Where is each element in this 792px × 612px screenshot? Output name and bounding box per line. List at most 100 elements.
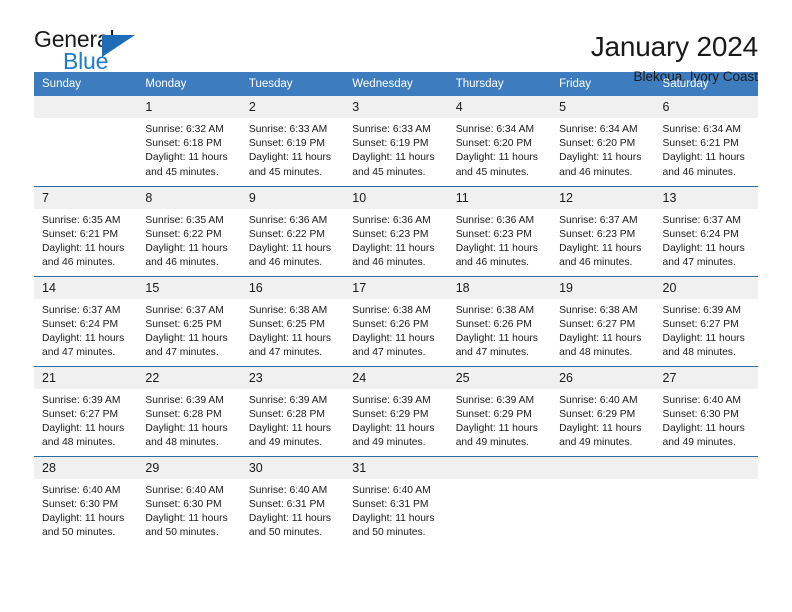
calendar-day-cell[interactable]: 5 Sunrise: 6:34 AM Sunset: 6:20 PM Daylig… xyxy=(551,96,655,186)
day-sun-details: Sunrise: 6:38 AM Sunset: 6:26 PM Dayligh… xyxy=(352,304,435,359)
day-sun-details: Sunrise: 6:36 AM Sunset: 6:22 PM Dayligh… xyxy=(248,214,332,269)
day-sun-details: Sunrise: 6:33 AM Sunset: 6:19 PM Dayligh… xyxy=(248,124,332,178)
day-sun-details: Sunrise: 6:40 AM Sunset: 6:31 PM Dayligh… xyxy=(352,484,435,539)
day-sun-details: Sunrise: 6:40 AM Sunset: 6:30 PM Dayligh… xyxy=(42,484,125,539)
calendar-day-cell[interactable]: 13 Sunrise: 6:37 AM Sunset: 6:24 PM Dayli… xyxy=(654,185,758,276)
day-number xyxy=(34,96,138,118)
calendar-day-cell[interactable]: 18 Sunrise: 6:38 AM Sunset: 6:26 PM Dayli… xyxy=(447,275,552,366)
day-number: 28 xyxy=(34,456,138,479)
calendar-day-cell[interactable]: 26 Sunrise: 6:40 AM Sunset: 6:29 PM Dayli… xyxy=(551,365,655,456)
day-sun-details: Sunrise: 6:35 AM Sunset: 6:21 PM Dayligh… xyxy=(42,214,125,269)
day-number xyxy=(447,456,552,479)
general-blue-logo[interactable]: General Blue xyxy=(34,28,152,76)
calendar-day-cell[interactable]: 23 Sunrise: 6:39 AM Sunset: 6:28 PM Dayli… xyxy=(240,365,345,456)
day-number: 5 xyxy=(551,96,655,118)
calendar-day-cell[interactable]: 27 Sunrise: 6:40 AM Sunset: 6:30 PM Dayli… xyxy=(654,365,758,456)
day-number: 3 xyxy=(344,96,448,118)
day-sun-details: Sunrise: 6:40 AM Sunset: 6:29 PM Dayligh… xyxy=(559,394,642,449)
calendar-week-row: 7 Sunrise: 6:35 AM Sunset: 6:21 PM Daylig… xyxy=(34,185,758,276)
day-cell-inner: 18 Sunrise: 6:38 AM Sunset: 6:26 PM Dayli… xyxy=(447,276,552,366)
day-cell-inner: 22 Sunrise: 6:39 AM Sunset: 6:28 PM Dayli… xyxy=(137,366,241,456)
calendar-day-cell[interactable]: 7 Sunrise: 6:35 AM Sunset: 6:21 PM Daylig… xyxy=(34,185,138,276)
calendar-day-cell[interactable]: 30 Sunrise: 6:40 AM Sunset: 6:31 PM Dayli… xyxy=(240,455,345,546)
calendar-day-cell[interactable]: 28 Sunrise: 6:40 AM Sunset: 6:30 PM Dayli… xyxy=(34,455,138,547)
day-cell-inner: 11 Sunrise: 6:36 AM Sunset: 6:23 PM Dayli… xyxy=(447,186,552,276)
calendar-day-cell[interactable]: 16 Sunrise: 6:38 AM Sunset: 6:25 PM Dayli… xyxy=(240,275,345,366)
calendar-week-row: 28 Sunrise: 6:40 AM Sunset: 6:30 PM Dayli… xyxy=(34,455,758,547)
day-cell-inner: 10 Sunrise: 6:36 AM Sunset: 6:23 PM Dayli… xyxy=(344,186,448,276)
calendar-day-cell[interactable]: 9 Sunrise: 6:36 AM Sunset: 6:22 PM Daylig… xyxy=(240,185,345,276)
calendar-grid: Sunday Monday Tuesday Wednesday Thursday Frid… xyxy=(34,72,758,546)
day-cell-inner: 28 Sunrise: 6:40 AM Sunset: 6:30 PM Dayli… xyxy=(34,456,138,547)
day-number: 8 xyxy=(137,186,241,209)
calendar-day-cell[interactable]: 14 Sunrise: 6:37 AM Sunset: 6:24 PM Dayli… xyxy=(34,275,138,366)
weekday-header-tuesday: Tuesday xyxy=(240,72,345,96)
calendar-page: General Blue January 2024 Blekoua, Ivory… xyxy=(0,0,792,612)
day-number: 27 xyxy=(654,366,758,389)
calendar-day-cell[interactable]: 3 Sunrise: 6:33 AM Sunset: 6:19 PM Daylig… xyxy=(344,96,448,186)
day-number: 29 xyxy=(137,456,241,479)
day-sun-details: Sunrise: 6:38 AM Sunset: 6:25 PM Dayligh… xyxy=(248,304,332,359)
calendar-day-cell[interactable]: 25 Sunrise: 6:39 AM Sunset: 6:29 PM Dayli… xyxy=(447,365,552,456)
day-cell-inner: 26 Sunrise: 6:40 AM Sunset: 6:29 PM Dayli… xyxy=(551,366,655,456)
calendar-day-cell[interactable]: 24 Sunrise: 6:39 AM Sunset: 6:29 PM Dayli… xyxy=(344,365,448,456)
day-sun-details: Sunrise: 6:39 AM Sunset: 6:27 PM Dayligh… xyxy=(42,394,125,449)
calendar-day-cell[interactable]: 2 Sunrise: 6:33 AM Sunset: 6:19 PM Daylig… xyxy=(240,96,345,186)
calendar-day-cell[interactable]: 12 Sunrise: 6:37 AM Sunset: 6:23 PM Dayli… xyxy=(551,185,655,276)
calendar-day-cell[interactable]: 10 Sunrise: 6:36 AM Sunset: 6:23 PM Dayli… xyxy=(344,185,448,276)
day-number: 26 xyxy=(551,366,655,389)
calendar-day-cell[interactable]: 19 Sunrise: 6:38 AM Sunset: 6:27 PM Dayli… xyxy=(551,275,655,366)
day-number: 18 xyxy=(447,276,552,299)
day-sun-details: Sunrise: 6:39 AM Sunset: 6:29 PM Dayligh… xyxy=(352,394,435,449)
day-number: 31 xyxy=(344,456,448,479)
day-number: 7 xyxy=(34,186,138,209)
calendar-day-cell[interactable]: 21 Sunrise: 6:39 AM Sunset: 6:27 PM Dayli… xyxy=(34,365,138,456)
day-number: 12 xyxy=(551,186,655,209)
day-sun-details xyxy=(551,479,654,484)
day-number: 25 xyxy=(447,366,552,389)
day-number: 17 xyxy=(344,276,448,299)
day-sun-details: Sunrise: 6:34 AM Sunset: 6:20 PM Dayligh… xyxy=(559,124,642,178)
calendar-day-cell[interactable]: 11 Sunrise: 6:36 AM Sunset: 6:23 PM Dayli… xyxy=(447,185,552,276)
calendar-day-cell[interactable]: 4 Sunrise: 6:34 AM Sunset: 6:20 PM Daylig… xyxy=(447,96,552,186)
day-cell-inner: 9 Sunrise: 6:36 AM Sunset: 6:22 PM Daylig… xyxy=(240,186,345,276)
day-number: 30 xyxy=(240,456,345,479)
weekday-header-monday: Monday xyxy=(137,72,241,96)
day-sun-details xyxy=(655,479,758,484)
calendar-day-cell[interactable]: 8 Sunrise: 6:35 AM Sunset: 6:22 PM Daylig… xyxy=(137,185,241,276)
calendar-day-cell-empty xyxy=(447,455,552,546)
day-number: 10 xyxy=(344,186,448,209)
calendar-day-cell[interactable]: 15 Sunrise: 6:37 AM Sunset: 6:25 PM Dayli… xyxy=(137,275,241,366)
day-number: 9 xyxy=(240,186,345,209)
day-number: 22 xyxy=(137,366,241,389)
calendar-day-cell[interactable]: 1 Sunrise: 6:32 AM Sunset: 6:18 PM Daylig… xyxy=(137,96,241,186)
day-sun-details: Sunrise: 6:38 AM Sunset: 6:26 PM Dayligh… xyxy=(455,304,538,359)
day-sun-details: Sunrise: 6:34 AM Sunset: 6:21 PM Dayligh… xyxy=(662,124,745,178)
day-sun-details: Sunrise: 6:34 AM Sunset: 6:20 PM Dayligh… xyxy=(455,124,538,178)
calendar-day-cell[interactable]: 29 Sunrise: 6:40 AM Sunset: 6:30 PM Dayli… xyxy=(137,455,241,547)
calendar-day-cell[interactable]: 31 Sunrise: 6:40 AM Sunset: 6:31 PM Dayli… xyxy=(344,455,448,546)
day-number: 23 xyxy=(240,366,345,389)
calendar-day-cell[interactable]: 17 Sunrise: 6:38 AM Sunset: 6:26 PM Dayli… xyxy=(344,275,448,366)
calendar-day-cell-empty xyxy=(34,96,138,186)
calendar-day-cell[interactable]: 20 Sunrise: 6:39 AM Sunset: 6:27 PM Dayli… xyxy=(654,275,758,366)
weekday-header-thursday: Thursday xyxy=(447,72,552,96)
day-cell-inner: 15 Sunrise: 6:37 AM Sunset: 6:25 PM Dayli… xyxy=(137,276,241,366)
day-number: 2 xyxy=(240,96,345,118)
day-cell-inner: 16 Sunrise: 6:38 AM Sunset: 6:25 PM Dayli… xyxy=(240,276,345,366)
calendar-week-row: 21 Sunrise: 6:39 AM Sunset: 6:27 PM Dayli… xyxy=(34,365,758,456)
day-sun-details: Sunrise: 6:37 AM Sunset: 6:23 PM Dayligh… xyxy=(559,214,642,269)
day-number: 4 xyxy=(447,96,552,118)
day-cell-inner: 17 Sunrise: 6:38 AM Sunset: 6:26 PM Dayli… xyxy=(344,276,448,366)
calendar-day-cell[interactable]: 22 Sunrise: 6:39 AM Sunset: 6:28 PM Dayli… xyxy=(137,365,241,456)
day-cell-inner: 27 Sunrise: 6:40 AM Sunset: 6:30 PM Dayli… xyxy=(654,366,758,456)
day-sun-details: Sunrise: 6:39 AM Sunset: 6:28 PM Dayligh… xyxy=(248,394,332,449)
day-cell-inner: 24 Sunrise: 6:39 AM Sunset: 6:29 PM Dayli… xyxy=(344,366,448,456)
day-number: 6 xyxy=(654,96,758,118)
day-cell-inner xyxy=(654,456,758,547)
calendar-day-cell[interactable]: 6 Sunrise: 6:34 AM Sunset: 6:21 PM Daylig… xyxy=(654,96,758,186)
day-cell-inner: 7 Sunrise: 6:35 AM Sunset: 6:21 PM Daylig… xyxy=(34,186,138,276)
day-cell-inner: 29 Sunrise: 6:40 AM Sunset: 6:30 PM Dayli… xyxy=(137,456,241,547)
day-cell-inner: 2 Sunrise: 6:33 AM Sunset: 6:19 PM Daylig… xyxy=(240,96,345,186)
day-sun-details: Sunrise: 6:39 AM Sunset: 6:28 PM Dayligh… xyxy=(145,394,228,449)
